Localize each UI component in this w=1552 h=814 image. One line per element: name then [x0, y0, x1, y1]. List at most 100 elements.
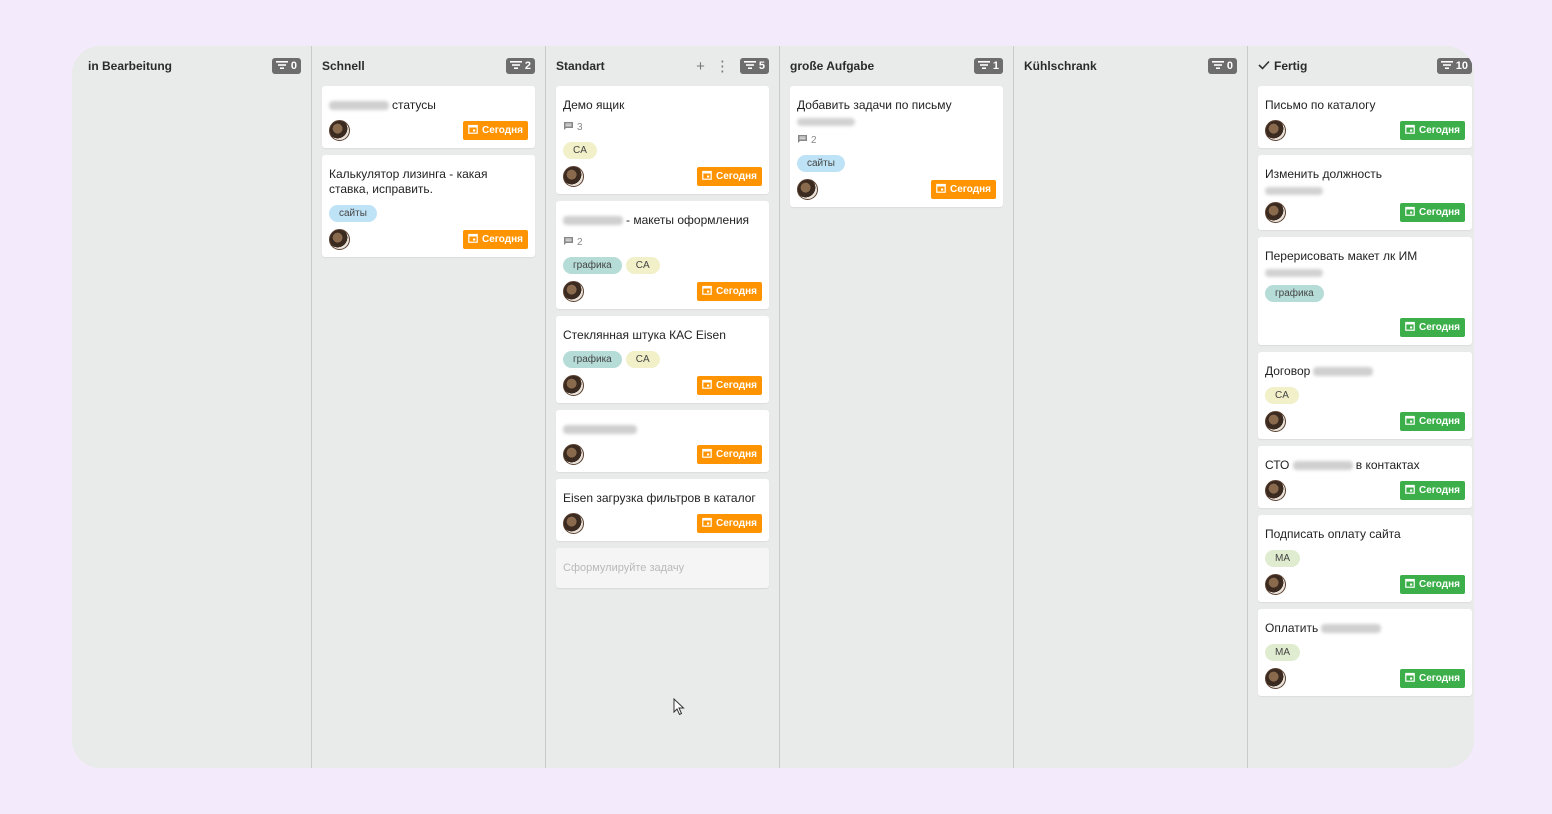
more-menu-icon[interactable]: ⋮ — [715, 57, 730, 75]
tag[interactable]: сайты — [797, 155, 845, 172]
due-date-label: Сегодня — [1418, 415, 1460, 427]
tag-list: графика CA — [563, 257, 762, 274]
task-count-badge[interactable]: 0 — [1207, 58, 1237, 74]
task-card[interactable]: Оплатить MA Сегодня — [1258, 609, 1472, 696]
task-title: Подписать оплату сайта — [1265, 527, 1465, 542]
tag[interactable]: графика — [563, 351, 622, 368]
due-date-badge[interactable]: Сегодня — [462, 120, 528, 140]
due-date-label: Сегодня — [481, 124, 523, 136]
card-list: Письмо по каталогу Сегодня Изменить должно… — [1258, 86, 1472, 696]
column-header: große Aufgabe 1 — [790, 46, 1003, 86]
avatar[interactable] — [1265, 479, 1286, 501]
due-date-label: Сегодня — [715, 448, 757, 460]
tag[interactable]: CA — [1265, 387, 1299, 404]
task-count-badge[interactable]: 10 — [1436, 58, 1472, 74]
due-date-badge[interactable]: Сегодня — [1399, 317, 1465, 337]
task-count: 2 — [524, 60, 531, 72]
task-card[interactable]: СТО в контактах Сегодня — [1258, 446, 1472, 508]
avatar[interactable] — [563, 443, 584, 465]
task-title: СТО в контактах — [1265, 458, 1465, 473]
avatar[interactable] — [1265, 119, 1286, 141]
card-footer: Сегодня — [329, 228, 528, 250]
card-footer: Сегодня — [1265, 667, 1465, 689]
avatar[interactable] — [1265, 667, 1286, 689]
redacted-text — [563, 216, 623, 226]
due-date-badge[interactable]: Сегодня — [1399, 574, 1465, 594]
calendar-icon — [1405, 672, 1415, 685]
tag[interactable]: CA — [563, 142, 597, 159]
due-date-label: Сегодня — [1418, 206, 1460, 218]
task-title: Изменить должность — [1265, 167, 1465, 195]
avatar[interactable] — [563, 280, 584, 302]
tag[interactable]: CA — [625, 257, 660, 274]
task-card[interactable]: Добавить задачи по письму 2 сайты Сегодня — [790, 86, 1003, 207]
column-title[interactable]: Kühlschrank — [1024, 59, 1202, 73]
column-title[interactable]: Standart — [556, 59, 690, 73]
card-footer: Сегодня — [1265, 410, 1465, 432]
avatar[interactable] — [797, 178, 818, 200]
task-card[interactable]: Перерисовать макет лк ИМ графика Сегодня — [1258, 237, 1472, 345]
due-date-badge[interactable]: Сегодня — [1399, 668, 1465, 688]
column-title[interactable]: Fertig — [1258, 59, 1431, 73]
card-footer: Сегодня — [563, 374, 762, 396]
task-card[interactable]: Eisen загрузка фильтров в каталог Сегодня — [556, 479, 769, 541]
card-list: Добавить задачи по письму 2 сайты Сегодня — [790, 86, 1003, 207]
due-date-badge[interactable]: Сегодня — [1399, 411, 1465, 431]
due-date-badge[interactable]: Сегодня — [696, 513, 762, 533]
due-date-badge[interactable]: Сегодня — [1399, 120, 1465, 140]
task-card[interactable]: Подписать оплату сайта MA Сегодня — [1258, 515, 1472, 602]
due-date-badge[interactable]: Сегодня — [696, 166, 762, 186]
tag[interactable]: MA — [1265, 550, 1300, 567]
tag[interactable]: графика — [1265, 285, 1324, 302]
comment-icon — [797, 134, 808, 147]
avatar[interactable] — [1265, 201, 1286, 223]
due-date-badge[interactable]: Сегодня — [696, 281, 762, 301]
due-date-badge[interactable]: Сегодня — [696, 375, 762, 395]
avatar[interactable] — [329, 119, 350, 141]
due-date-badge[interactable]: Сегодня — [1399, 480, 1465, 500]
due-date-badge[interactable]: Сегодня — [462, 229, 528, 249]
avatar[interactable] — [563, 374, 584, 396]
new-task-input[interactable]: Сформулируйте задачу — [556, 548, 769, 588]
task-card[interactable]: Демо ящик 3 CA Сегодня — [556, 86, 769, 194]
task-card[interactable]: Договор CA Сегодня — [1258, 352, 1472, 439]
task-card[interactable]: Изменить должность Сегодня — [1258, 155, 1472, 230]
redacted-text — [797, 118, 855, 126]
tag[interactable]: сайты — [329, 205, 377, 222]
tag[interactable]: CA — [625, 351, 660, 368]
card-footer: Сегодня — [329, 119, 528, 141]
task-count-badge[interactable]: 2 — [505, 58, 535, 74]
calendar-icon — [702, 448, 712, 461]
column-title[interactable]: in Bearbeitung — [88, 59, 266, 73]
task-count: 1 — [992, 60, 999, 72]
task-card[interactable]: статусы Сегодня — [322, 86, 535, 148]
due-date-badge[interactable]: Сегодня — [930, 179, 996, 199]
task-card[interactable]: Стеклянная штука КАС Eisen графика CA Сегод… — [556, 316, 769, 403]
due-date-badge[interactable]: Сегодня — [696, 444, 762, 464]
due-date-badge[interactable]: Сегодня — [1399, 202, 1465, 222]
column-title[interactable]: große Aufgabe — [790, 59, 968, 73]
redacted-text — [1265, 269, 1323, 277]
task-count-badge[interactable]: 0 — [271, 58, 301, 74]
task-card[interactable]: Калькулятор лизинга - какая ставка, испр… — [322, 155, 535, 257]
tag[interactable]: графика — [563, 257, 622, 274]
avatar[interactable] — [1265, 410, 1286, 432]
task-title: Добавить задачи по письму — [797, 98, 996, 126]
avatar[interactable] — [563, 512, 584, 534]
task-title-text: Письмо по каталогу — [1265, 98, 1376, 112]
avatar[interactable] — [563, 165, 584, 187]
task-count: 0 — [1226, 60, 1233, 72]
add-task-icon[interactable]: + — [696, 58, 705, 75]
task-card[interactable]: Письмо по каталогу Сегодня — [1258, 86, 1472, 148]
avatar[interactable] — [329, 228, 350, 250]
task-card[interactable]: Сегодня — [556, 410, 769, 472]
avatar[interactable] — [1265, 573, 1286, 595]
due-date-label: Сегодня — [949, 183, 991, 195]
redacted-text — [1292, 461, 1353, 471]
task-title: Стеклянная штука КАС Eisen — [563, 328, 762, 343]
column-title[interactable]: Schnell — [322, 59, 500, 73]
tag[interactable]: MA — [1265, 644, 1300, 661]
task-card[interactable]: - макеты оформления 2 графика CA Сегодня — [556, 201, 769, 309]
task-count-badge[interactable]: 1 — [973, 58, 1003, 74]
task-count-badge[interactable]: 5 — [739, 58, 769, 74]
